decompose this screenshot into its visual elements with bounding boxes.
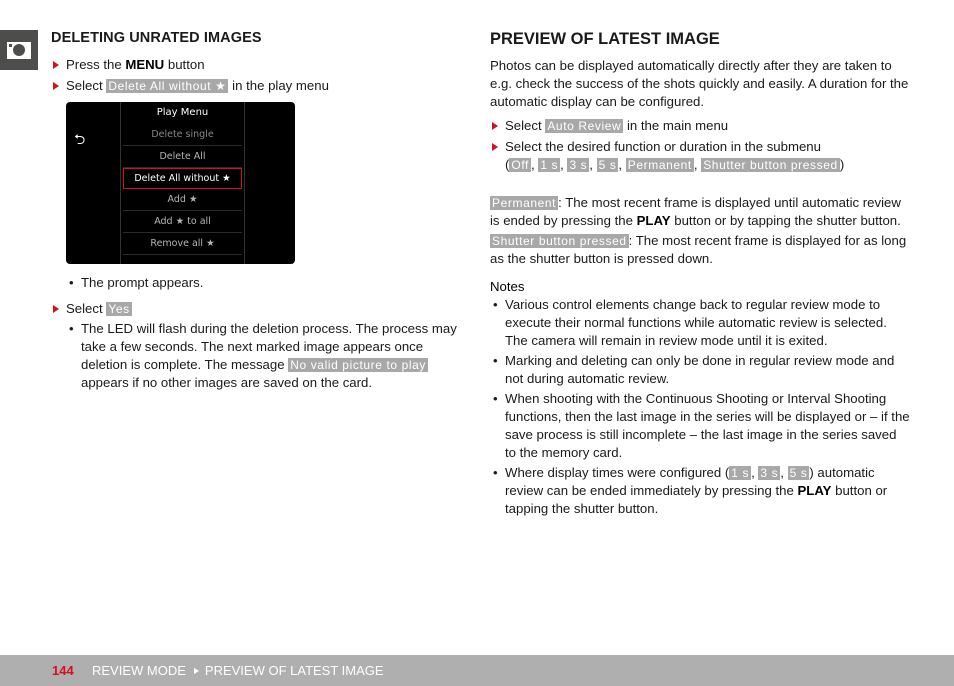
page-footer: 144 REVIEW MODE PREVIEW OF LATEST IMAGE — [0, 655, 954, 686]
shutter-chip: Shutter button pressed — [490, 234, 629, 248]
menu-item[interactable]: Remove all ★ — [123, 233, 242, 255]
menu-item[interactable]: Add ★ — [123, 189, 242, 211]
step-arrow-icon — [492, 143, 498, 151]
left-column: DELETING UNRATED IMAGES Press the MENU b… — [51, 28, 471, 95]
camera-icon — [7, 41, 31, 59]
permanent-chip: Permanent — [490, 196, 559, 210]
step-select-duration: Select the desired function or duration … — [490, 138, 910, 174]
step-press-menu: Press the MENU button — [51, 56, 471, 74]
step-arrow-icon — [492, 122, 498, 130]
step-arrow-icon — [53, 82, 59, 90]
step-select-yes: Select Yes — [51, 300, 471, 318]
option-chip: Off — [509, 158, 531, 172]
back-arrow-icon: ⮌ — [74, 131, 86, 147]
breadcrumb-arrow-icon — [193, 668, 199, 674]
play-key: PLAY — [636, 213, 671, 228]
menu-item[interactable]: Delete single — [123, 124, 242, 146]
intro-paragraph: Photos can be displayed automatically di… — [490, 58, 909, 109]
note-item: • Various control elements change back to… — [493, 297, 887, 348]
menu-key: MENU — [125, 57, 165, 72]
section-heading: DELETING UNRATED IMAGES — [51, 30, 262, 46]
play-menu: Play Menu Delete single Delete All Delet… — [120, 102, 245, 264]
option-chip: 3 s — [758, 466, 781, 480]
step-auto-review: Select Auto Review in the main menu — [490, 117, 910, 135]
note-prompt: • The prompt appears. — [69, 275, 204, 290]
menu-item[interactable]: Delete All — [123, 146, 242, 168]
option-chip: 5 s — [596, 158, 619, 172]
right-column: PREVIEW OF LATEST IMAGE Photos can be di… — [490, 28, 910, 518]
camera-screen: ⮌ Play Menu Delete single Delete All Del… — [66, 102, 295, 264]
step-select-delete: Select Delete All without ★ in the play … — [51, 77, 471, 95]
breadcrumb: REVIEW MODE PREVIEW OF LATEST IMAGE — [92, 663, 384, 678]
note-item: • Marking and deleting can only be done i… — [493, 353, 895, 386]
note-item: • Where display times were configured (1 … — [493, 465, 888, 516]
notes-heading: Notes — [490, 279, 525, 294]
step-arrow-icon — [53, 305, 59, 313]
menu-item[interactable]: Add ★ to all — [123, 211, 242, 233]
note-led: • The LED will flash during the deletion … — [69, 321, 457, 390]
chapter-tab — [0, 30, 38, 70]
yes-chip: Yes — [106, 302, 132, 316]
desc-permanent: Permanent: The most recent frame is disp… — [490, 195, 901, 228]
message-chip: No valid picture to play — [288, 358, 429, 372]
step-arrow-icon — [53, 61, 59, 69]
section-heading: PREVIEW OF LATEST IMAGE — [490, 30, 720, 48]
auto-review-chip: Auto Review — [545, 119, 624, 133]
desc-shutter: Shutter button pressed: The most recent … — [490, 233, 907, 266]
option-chip: Permanent — [625, 158, 694, 172]
page-number: 144 — [52, 663, 74, 678]
option-chip: 3 s — [567, 158, 590, 172]
menu-chip: Delete All without ★ — [106, 79, 229, 93]
left-lower: • The prompt appears. Select Yes • The LED… — [51, 274, 471, 392]
note-item: • When shooting with the Continuous Shoot… — [493, 391, 910, 460]
play-key: PLAY — [797, 483, 832, 498]
option-chip: Shutter button pressed — [701, 158, 840, 172]
option-chip: 1 s — [538, 158, 561, 172]
option-chip: 5 s — [787, 466, 810, 480]
option-chip: 1 s — [729, 466, 752, 480]
menu-title: Play Menu — [156, 107, 209, 118]
menu-item-selected[interactable]: Delete All without ★ — [123, 168, 242, 189]
